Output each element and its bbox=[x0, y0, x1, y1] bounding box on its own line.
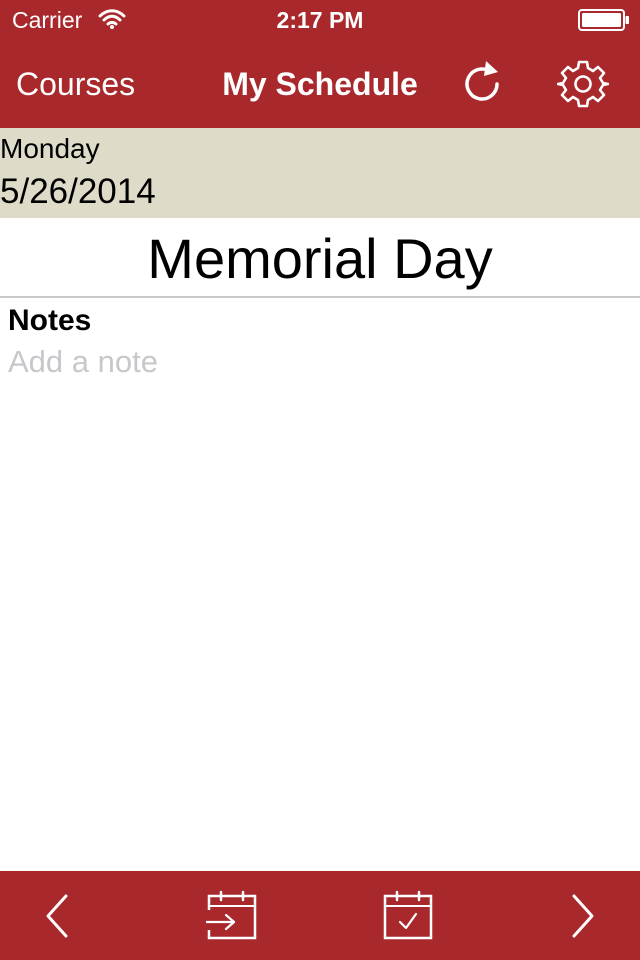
courses-button[interactable]: Courses bbox=[16, 64, 135, 104]
battery-icon bbox=[578, 9, 629, 31]
notes-input[interactable] bbox=[8, 342, 628, 382]
page-title: My Schedule bbox=[222, 66, 418, 102]
status-time: 2:17 PM bbox=[276, 7, 364, 33]
notes-label: Notes bbox=[8, 304, 92, 337]
chevron-right-icon[interactable] bbox=[566, 892, 600, 940]
divider bbox=[0, 296, 640, 298]
date-label: 5/26/2014 bbox=[0, 172, 156, 211]
refresh-icon[interactable] bbox=[458, 58, 506, 106]
chevron-left-icon[interactable] bbox=[40, 892, 74, 940]
navigation-bar: Carrier 2:17 PM Courses My Schedule bbox=[0, 0, 640, 128]
bottom-toolbar bbox=[0, 871, 640, 960]
gear-icon[interactable] bbox=[557, 58, 609, 110]
calendar-check-icon[interactable] bbox=[382, 890, 434, 942]
day-title: Memorial Day bbox=[147, 227, 493, 290]
calendar-export-icon[interactable] bbox=[206, 890, 258, 942]
weekday-label: Monday bbox=[0, 133, 100, 164]
status-bar: Carrier 2:17 PM bbox=[0, 0, 640, 40]
